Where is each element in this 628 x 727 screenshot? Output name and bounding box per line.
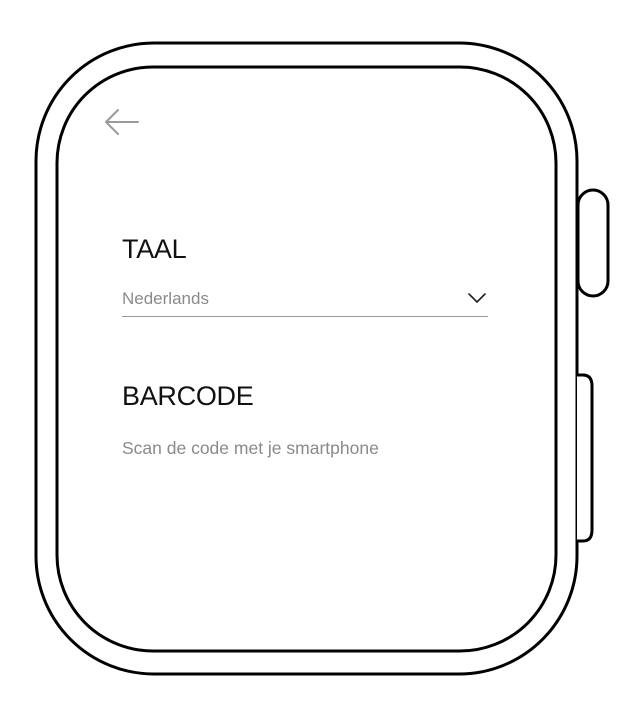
- arrow-left-icon: [105, 109, 139, 135]
- watch-screen: TAAL Nederlands BARCODE Scan de code met…: [58, 68, 556, 650]
- back-button[interactable]: [104, 106, 140, 138]
- chevron-down-icon: [468, 292, 486, 304]
- side-button[interactable]: [577, 373, 594, 543]
- language-selected-value: Nederlands: [122, 289, 209, 308]
- digital-crown[interactable]: [576, 188, 610, 298]
- barcode-title: BARCODE: [122, 381, 254, 411]
- language-dropdown[interactable]: Nederlands: [122, 284, 488, 317]
- barcode-description: Scan de code met je smartphone: [122, 438, 379, 458]
- language-title: TAAL: [122, 234, 187, 264]
